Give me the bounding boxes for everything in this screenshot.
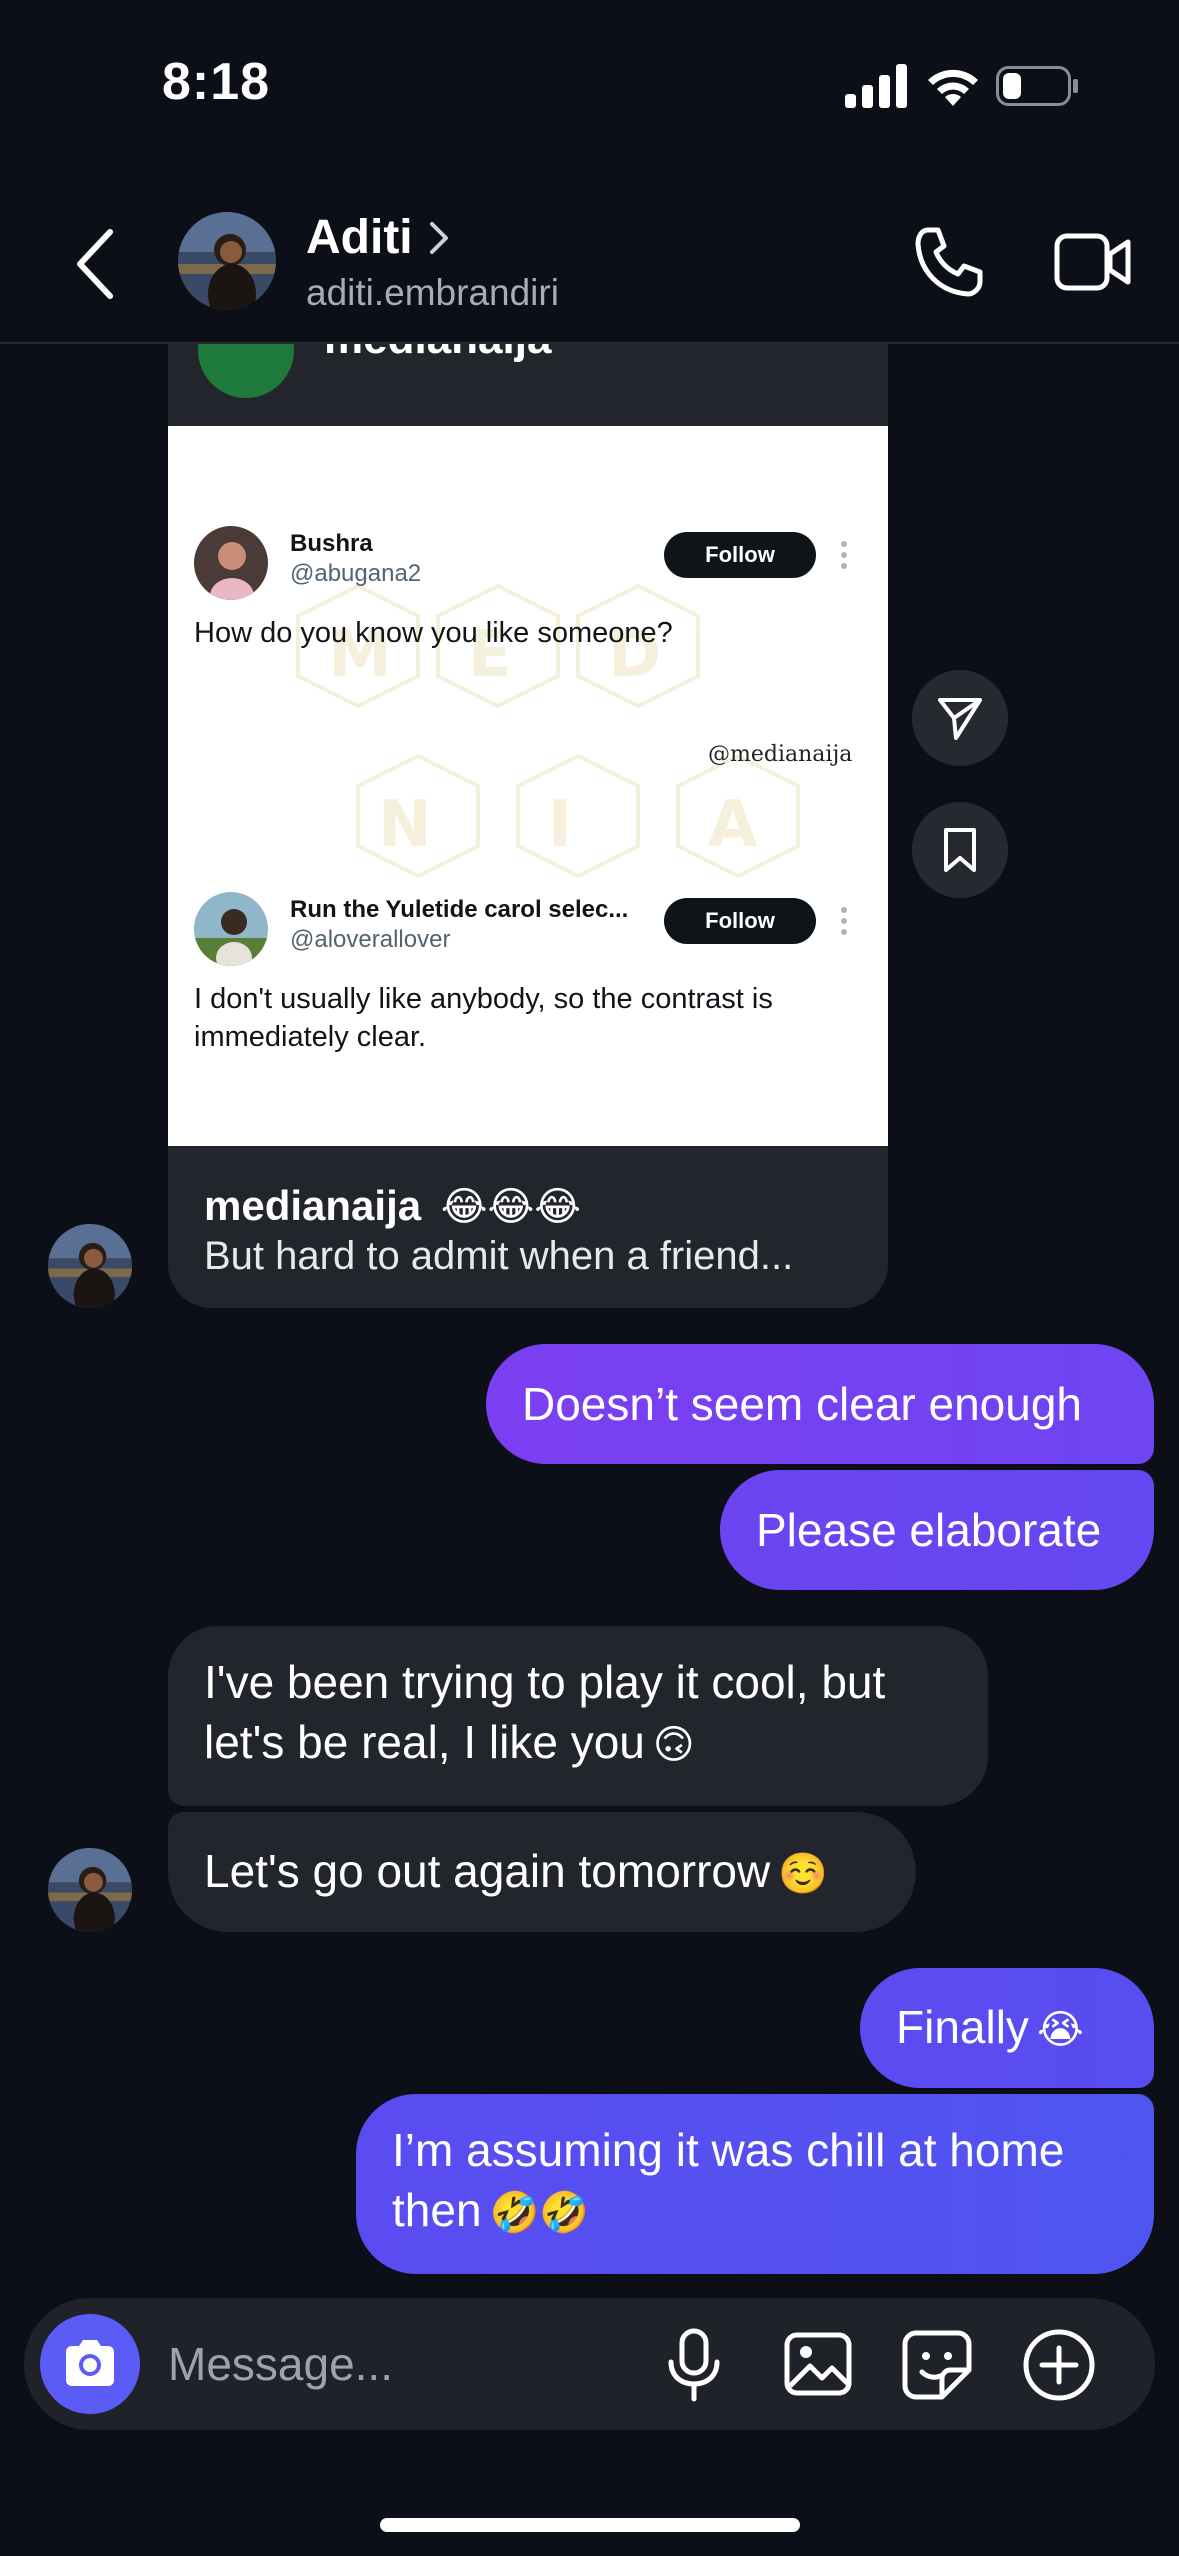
camera-icon — [66, 2340, 114, 2386]
shared-post-caption: medianaija 😂😂😂 But hard to admit when a … — [168, 1146, 888, 1308]
message-text-content: Let's go out again tomorrow — [204, 1844, 771, 1897]
message-bubble-outgoing[interactable]: Doesn’t seem clear enough — [486, 1344, 1154, 1464]
chevron-left-icon[interactable] — [66, 224, 126, 304]
phone-icon[interactable] — [912, 224, 988, 300]
chat-header: Aditi aditi.embrandiri — [0, 180, 1179, 344]
follow-button: Follow — [664, 532, 816, 578]
message-text: I've been trying to play it cool, but le… — [204, 1652, 952, 1775]
image-credit: @medianaija — [708, 742, 853, 767]
status-time: 8:18 — [162, 53, 271, 111]
message-emoji: 🤣🤣 — [489, 2190, 590, 2236]
contact-name[interactable]: Aditi — [306, 210, 413, 265]
avatar[interactable] — [48, 1848, 132, 1932]
tweet-author-handle: @abugana2 — [290, 560, 422, 587]
save-button[interactable] — [912, 802, 1008, 898]
video-camera-icon[interactable] — [1054, 228, 1132, 296]
message-bubble-incoming[interactable]: I've been trying to play it cool, but le… — [168, 1626, 988, 1806]
message-bubble-outgoing[interactable]: Please elaborate — [720, 1470, 1154, 1590]
share-button[interactable] — [912, 670, 1008, 766]
cellular-signal-icon — [845, 64, 907, 108]
message-composer — [24, 2298, 1155, 2430]
home-indicator[interactable] — [380, 2518, 800, 2532]
sticker-icon[interactable] — [902, 2330, 972, 2400]
microphone-icon[interactable] — [666, 2328, 722, 2402]
paper-plane-icon — [938, 698, 982, 740]
message-bubble-outgoing[interactable]: Finally 😭 — [860, 1968, 1154, 2088]
tweet-author-name: Bushra — [290, 530, 373, 557]
more-options-icon — [841, 541, 847, 569]
message-text: I’m assuming it was chill at home then 🤣🤣 — [392, 2120, 1118, 2243]
wifi-icon — [928, 69, 978, 106]
plus-circle-icon[interactable] — [1022, 2328, 1096, 2402]
tweet-author-handle: @aloverallover — [290, 926, 451, 953]
avatar-photo-icon — [48, 1848, 132, 1932]
message-input[interactable] — [168, 2332, 648, 2396]
message-text-content: Finally — [896, 2000, 1029, 2053]
caption-account-name: medianaija — [204, 1182, 422, 1229]
caption-text: But hard to admit when a friend... — [204, 1234, 794, 1278]
follow-button: Follow — [664, 898, 816, 944]
message-emoji: 😭 — [1036, 2006, 1084, 2053]
shared-post[interactable]: medianaija MED NIA Bushra — [168, 290, 888, 1308]
battery-icon — [996, 66, 1078, 106]
status-bar: 8:18 — [0, 0, 1179, 180]
contact-handle[interactable]: aditi.embrandiri — [306, 272, 559, 314]
camera-button[interactable] — [40, 2314, 140, 2414]
tweet-text: How do you know you like someone? — [194, 617, 673, 649]
svg-text:N: N — [378, 788, 432, 862]
tweet-avatar — [194, 892, 268, 966]
message-bubble-outgoing[interactable]: I’m assuming it was chill at home then 🤣🤣 — [356, 2094, 1154, 2274]
svg-text:I: I — [548, 788, 572, 862]
tweet-avatar-photo-icon — [194, 892, 268, 966]
bookmark-icon — [944, 828, 976, 872]
message-emoji: 🙃 — [652, 1722, 695, 1768]
avatar[interactable] — [178, 212, 276, 310]
tweet-avatar — [194, 526, 268, 600]
image-icon[interactable] — [784, 2332, 852, 2396]
caption-emojis: 😂😂😂 — [440, 1184, 581, 1230]
more-options-icon — [841, 907, 847, 935]
message-emoji: ☺️ — [778, 1850, 829, 1897]
avatar[interactable] — [48, 1224, 132, 1308]
message-text: Finally 😭 — [896, 1997, 1084, 2060]
tweet-text: I don't usually like anybody, so the con… — [194, 983, 773, 1053]
message-text: Please elaborate — [756, 1504, 1102, 1556]
svg-text:A: A — [708, 788, 758, 862]
shared-post-image[interactable]: MED NIA Bushra @abugana2 Follow How do y… — [168, 426, 888, 1146]
message-text: Let's go out again tomorrow ☺️ — [204, 1841, 828, 1904]
caption-account: medianaija 😂😂😂 — [204, 1182, 581, 1230]
message-bubble-incoming[interactable]: Let's go out again tomorrow ☺️ — [168, 1812, 916, 1932]
avatar-photo-icon — [48, 1224, 132, 1308]
tweet-author-name: Run the Yuletide carol selec... — [290, 896, 629, 923]
message-text-content: I've been trying to play it cool, but le… — [204, 1656, 886, 1768]
avatar-photo-icon — [178, 212, 276, 310]
chevron-right-icon[interactable] — [424, 218, 454, 258]
tweet-avatar-photo-icon — [194, 526, 268, 600]
message-text: Doesn’t seem clear enough — [522, 1378, 1082, 1430]
